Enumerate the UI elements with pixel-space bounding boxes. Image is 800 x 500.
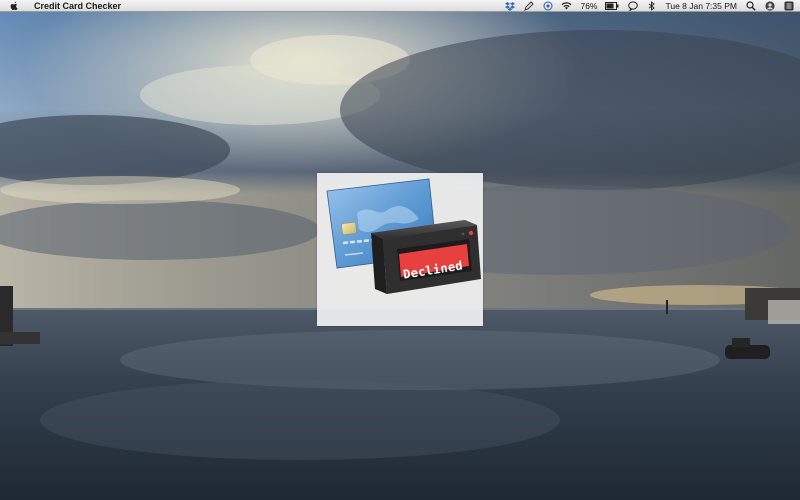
battery-icon[interactable]: [605, 0, 619, 11]
menu-bar: Credit Card Checker 76% Tue 8 Jan 7:35 P…: [0, 0, 800, 12]
pen-icon[interactable]: [523, 0, 534, 11]
chat-icon[interactable]: [627, 0, 638, 11]
user-icon[interactable]: [764, 0, 775, 11]
wifi-icon[interactable]: [561, 0, 572, 11]
app-menu-title[interactable]: Credit Card Checker: [34, 1, 121, 11]
battery-percent[interactable]: 76%: [580, 1, 597, 11]
list-icon[interactable]: [783, 0, 794, 11]
bluetooth-icon[interactable]: [646, 0, 657, 11]
credit-card-checker-window[interactable]: Declined: [317, 173, 483, 326]
clock[interactable]: Tue 8 Jan 7:35 PM: [665, 1, 737, 11]
location-icon[interactable]: [542, 0, 553, 11]
search-icon[interactable]: [745, 0, 756, 11]
dropbox-icon[interactable]: [504, 0, 515, 11]
apple-icon[interactable]: [8, 0, 20, 12]
status-light-icon: [468, 230, 474, 236]
